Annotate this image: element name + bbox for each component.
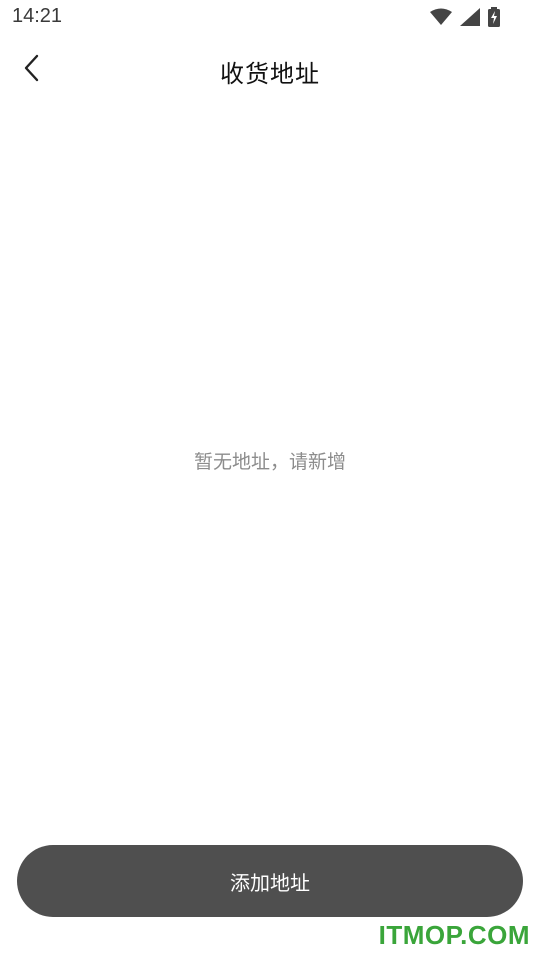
signal-icon <box>460 8 480 26</box>
status-bar: 14:21 <box>0 0 540 34</box>
battery-charging-icon <box>488 7 500 27</box>
add-address-button[interactable]: 添加地址 <box>17 845 523 917</box>
empty-state-message: 暂无地址，请新增 <box>193 451 346 473</box>
status-icons <box>430 7 500 27</box>
header: 收货地址 <box>0 40 540 100</box>
wifi-icon <box>430 8 452 26</box>
add-address-label: 添加地址 <box>230 870 310 895</box>
watermark-logo: ITMOP.COM <box>378 920 530 950</box>
page-title: 收货地址 <box>220 60 320 88</box>
status-time: 14:21 <box>12 5 63 27</box>
